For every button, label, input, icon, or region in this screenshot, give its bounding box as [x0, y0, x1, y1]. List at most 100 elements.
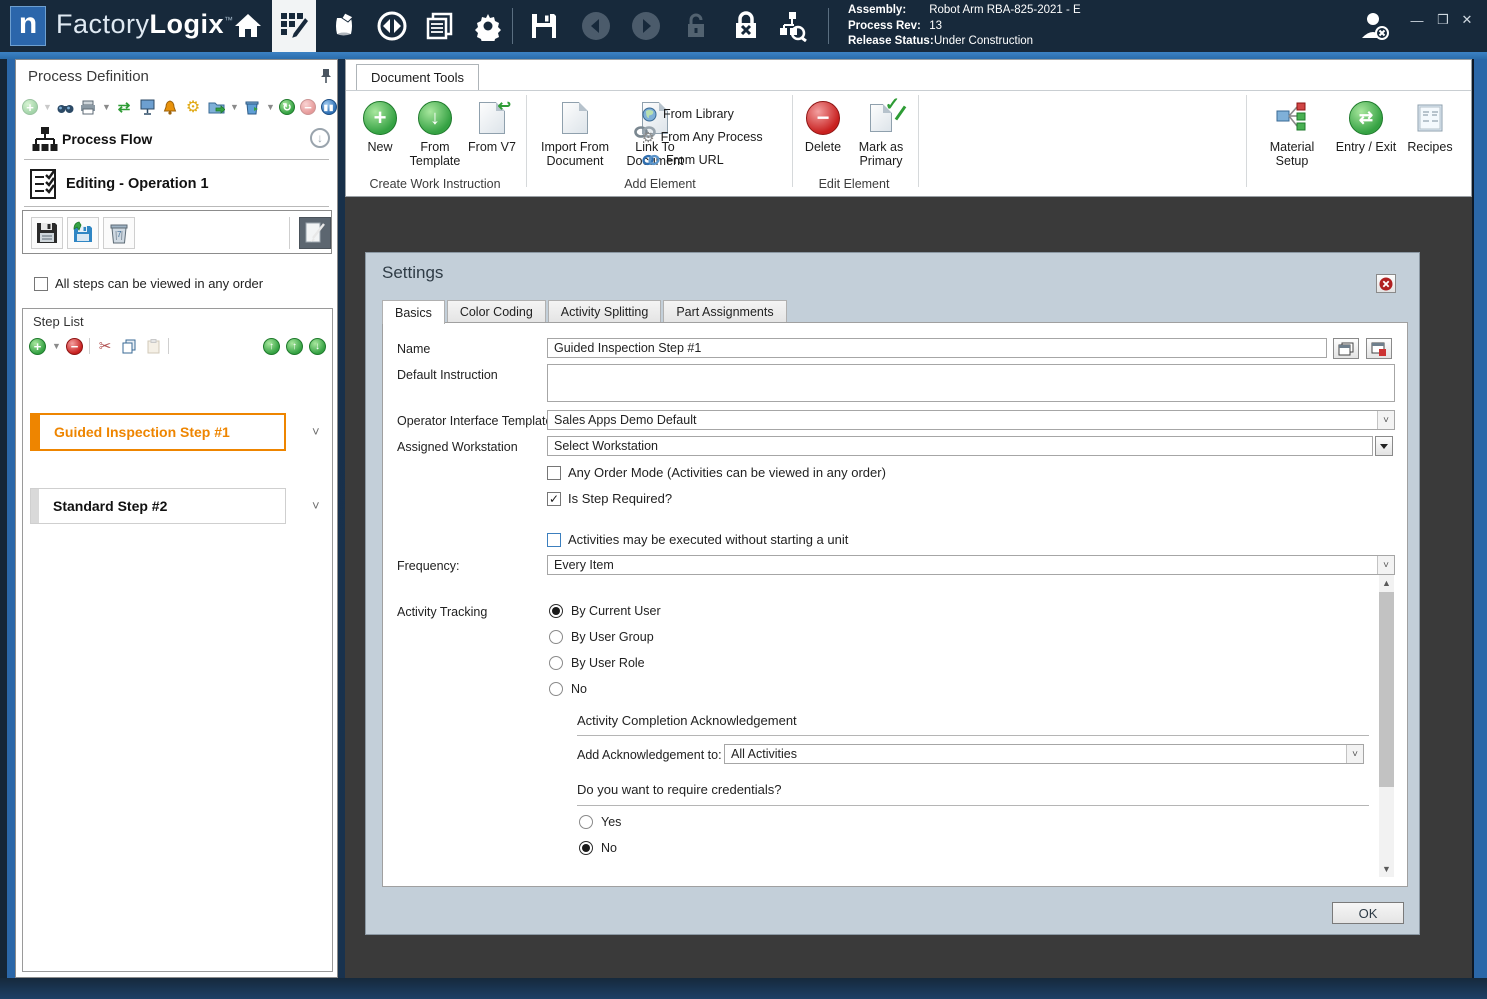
pin-icon[interactable] [319, 68, 333, 84]
mark-as-primary-button[interactable]: ✓ Mark as Primary [850, 95, 912, 168]
add-step-caret[interactable]: ▼ [52, 341, 61, 351]
save-import-button[interactable] [67, 217, 99, 249]
gear-yellow-icon[interactable]: ⚙ [184, 98, 202, 116]
unlock-icon[interactable] [674, 0, 718, 52]
forward-icon[interactable] [624, 0, 668, 52]
scroll-down-arrow[interactable]: ▼ [1379, 861, 1394, 877]
form-scrollbar[interactable]: ▲ ▼ [1379, 575, 1394, 877]
name-save-button[interactable] [1366, 338, 1392, 359]
plus-circle-icon: + [363, 101, 397, 135]
dialog-close-button[interactable] [1376, 274, 1396, 293]
name-copy-button[interactable] [1333, 338, 1359, 359]
step-item-standard[interactable]: Standard Step #2 [30, 488, 286, 524]
delete-element-button[interactable]: − Delete [798, 99, 848, 154]
export-dropdown-caret[interactable]: ▼ [230, 102, 239, 112]
by-current-user-label: By Current User [571, 604, 661, 618]
ok-button[interactable]: OK [1332, 902, 1404, 924]
sync-icon[interactable] [370, 0, 414, 52]
close-button[interactable]: ✕ [1454, 0, 1480, 40]
assigned-workstation-combo[interactable]: Select Workstation [547, 436, 1373, 456]
remove-step-icon[interactable]: − [66, 337, 83, 355]
recipes-button[interactable]: Recipes [1402, 99, 1458, 154]
maximize-button[interactable]: ❒ [1430, 0, 1456, 40]
move-top-icon[interactable]: ↑ [263, 337, 280, 355]
copy-icon[interactable] [120, 337, 138, 355]
step1-expand-chevron[interactable]: ˅ [312, 424, 320, 439]
assigned-workstation-dropdown-button[interactable] [1375, 436, 1393, 456]
find-binoculars-icon[interactable] [56, 98, 74, 116]
process-rev-row: Process Rev: 13 [848, 19, 1081, 35]
default-instruction-textarea[interactable] [547, 364, 1395, 402]
add-process-icon[interactable]: + [22, 99, 38, 115]
pause-icon[interactable]: ▮▮ [321, 99, 337, 115]
bell-icon[interactable] [161, 98, 179, 116]
home-icon[interactable] [226, 0, 270, 52]
new-work-instruction-button[interactable]: + New [358, 99, 402, 154]
save-icon[interactable] [522, 0, 566, 52]
save-operation-button[interactable] [31, 217, 63, 249]
tab-activity-splitting[interactable]: Activity Splitting [547, 300, 662, 323]
stop-icon[interactable]: − [300, 99, 316, 115]
minimize-button[interactable]: — [1404, 0, 1430, 40]
recycle-icon[interactable] [243, 98, 261, 116]
process-editor-icon[interactable] [272, 0, 316, 52]
add-step-icon[interactable]: + [29, 337, 46, 355]
delete-operation-button[interactable]: 7 [103, 217, 135, 249]
documents-icon[interactable] [418, 0, 462, 52]
move-up-icon[interactable]: ↑ [286, 337, 303, 355]
material-setup-button[interactable]: Material Setup [1262, 99, 1322, 168]
by-current-user-radio[interactable] [549, 604, 563, 618]
entry-exit-button[interactable]: ⇄ Entry / Exit [1330, 99, 1402, 154]
step-item-guided-inspection[interactable]: Guided Inspection Step #1 [30, 413, 286, 451]
user-logout-icon[interactable] [1352, 0, 1396, 52]
by-user-group-radio[interactable] [549, 630, 563, 644]
step2-expand-chevron[interactable]: ˅ [312, 498, 320, 513]
from-library-button[interactable]: From Library [642, 105, 734, 123]
move-down-icon[interactable]: ↓ [309, 337, 326, 355]
from-v7-button[interactable]: ↩ From V7 [468, 99, 516, 155]
back-icon[interactable] [574, 0, 618, 52]
materials-icon[interactable] [322, 0, 366, 52]
print-dropdown-caret[interactable]: ▼ [102, 102, 111, 112]
export-folder-icon[interactable] [207, 98, 225, 116]
is-step-required-checkbox[interactable]: ✓ [547, 491, 561, 506]
scroll-thumb[interactable] [1379, 592, 1394, 787]
recycle-dropdown-caret[interactable]: ▼ [266, 102, 275, 112]
import-from-document-button[interactable]: Import From Document [532, 99, 618, 168]
edit-mode-button[interactable] [299, 217, 331, 249]
credentials-yes-radio[interactable] [579, 815, 593, 829]
exchange-icon[interactable]: ⇄ [115, 98, 133, 116]
workstation-board-icon[interactable] [138, 98, 156, 116]
tab-document-tools[interactable]: Document Tools [356, 64, 479, 90]
operator-interface-template-select[interactable]: Sales Apps Demo Default ˅ [547, 410, 1395, 430]
tab-basics[interactable]: Basics [382, 300, 445, 324]
process-flow-row[interactable]: Process Flow ↓ [16, 122, 337, 158]
settings-gear-icon[interactable] [466, 0, 510, 52]
from-template-button[interactable]: ↓ From Template [404, 99, 466, 168]
tab-color-coding[interactable]: Color Coding [446, 300, 546, 323]
process-search-icon[interactable] [770, 0, 814, 52]
tracking-no-radio[interactable] [549, 682, 563, 696]
frequency-select[interactable]: Every Item ˅ [547, 555, 1395, 575]
by-user-role-radio[interactable] [549, 656, 563, 670]
scroll-up-arrow[interactable]: ▲ [1379, 575, 1394, 591]
toolbar-separator [289, 217, 290, 249]
any-order-checkbox[interactable] [34, 276, 48, 291]
refresh-icon[interactable]: ↻ [279, 99, 295, 115]
tab-part-assignments[interactable]: Part Assignments [663, 300, 787, 323]
activities-without-unit-checkbox[interactable] [547, 532, 561, 547]
from-any-process-button[interactable]: ⚙ From Any Process [642, 128, 763, 146]
any-order-mode-checkbox[interactable] [547, 465, 561, 480]
add-dropdown-caret[interactable]: ▼ [43, 102, 52, 112]
paste-icon[interactable] [144, 337, 162, 355]
name-input[interactable] [547, 338, 1327, 358]
lock-release-icon[interactable] [724, 0, 768, 52]
collapse-circle-icon[interactable]: ↓ [310, 128, 330, 148]
add-ack-select[interactable]: All Activities ˅ [724, 744, 1364, 764]
from-url-button[interactable]: From URL [642, 151, 724, 169]
check-icon: ✓ [884, 94, 900, 114]
tracking-option-row: No [549, 682, 587, 696]
cut-icon[interactable]: ✂ [96, 337, 114, 355]
print-icon[interactable] [79, 98, 97, 116]
credentials-no-radio[interactable] [579, 841, 593, 855]
